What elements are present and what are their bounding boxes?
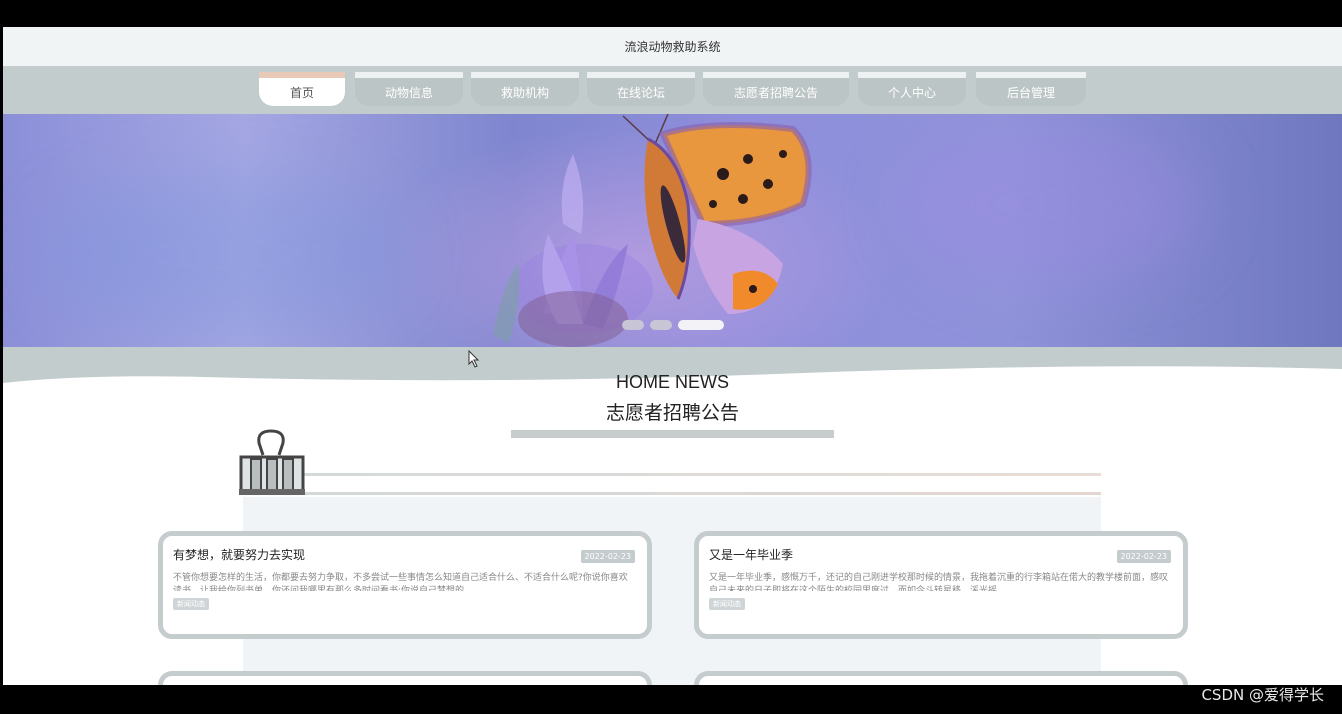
news-date: 2022-02-23 <box>1116 550 1171 563</box>
nav-item-admin[interactable]: 后台管理 <box>976 72 1086 106</box>
news-title: 又是一年毕业季 <box>709 548 794 562</box>
main-nav: 首页 动物信息 救助机构 在线论坛 志愿者招聘公告 个人中心 后台管理 <box>3 66 1342 114</box>
butterfly-image <box>493 114 812 347</box>
section-heading-cn: 志愿者招聘公告 <box>605 402 739 424</box>
page: 流浪动物救助系统 首页 动物信息 救助机构 在线论坛 志愿者招聘公告 个人中心 … <box>3 27 1342 685</box>
nav-item-personal-center[interactable]: 个人中心 <box>858 72 966 106</box>
banner-carousel[interactable] <box>3 114 1342 347</box>
watermark: CSDN @爱得学长 <box>1201 686 1324 704</box>
screen-bottom-bar <box>0 685 1342 714</box>
carousel-dot-2[interactable] <box>650 320 672 330</box>
nav-item-animal-info[interactable]: 动物信息 <box>355 72 463 106</box>
nav-item-volunteer-notice[interactable]: 志愿者招聘公告 <box>703 72 849 106</box>
news-tag: 新闻动态 <box>709 598 745 610</box>
nav-item-rescue-org[interactable]: 救助机构 <box>471 72 579 106</box>
news-card-1[interactable]: 有梦想，就要努力去实现 2022-02-23 不管你想要怎样的生活，你都要去努力… <box>158 531 652 639</box>
divider-line <box>303 492 1101 495</box>
divider-line <box>303 473 1101 476</box>
mouse-cursor-icon <box>468 350 480 368</box>
news-card-2[interactable]: 又是一年毕业季 2022-02-23 又是一年毕业季，感慨万千，还记的自己刚进学… <box>694 531 1188 639</box>
news-summary: 不管你想要怎样的生活，你都要去努力争取，不多尝试一些事情怎么知道自己适合什么、不… <box>173 573 628 591</box>
carousel-dot-3[interactable] <box>678 320 724 330</box>
news-card-4[interactable] <box>694 671 1188 685</box>
news-summary: 又是一年毕业季，感慨万千，还记的自己刚进学校那时候的情景，我拖着沉重的行李箱站在… <box>709 573 1169 591</box>
site-title: 流浪动物救助系统 <box>624 40 721 54</box>
carousel-dot-1[interactable] <box>622 320 644 330</box>
site-title-bar: 流浪动物救助系统 <box>3 27 1342 66</box>
nav-item-home[interactable]: 首页 <box>259 72 345 106</box>
section-heading-en: HOME NEWS <box>615 372 729 392</box>
nav-item-forum[interactable]: 在线论坛 <box>587 72 695 106</box>
carousel-dots <box>622 320 724 330</box>
section-heading-underline <box>511 430 834 438</box>
news-date: 2022-02-23 <box>580 550 635 563</box>
news-card-3[interactable] <box>158 671 652 685</box>
news-tag: 新闻动态 <box>173 598 209 610</box>
news-title: 有梦想，就要努力去实现 <box>173 548 306 562</box>
binder-clip-icon <box>239 429 305 495</box>
screen-top-bar <box>0 0 1342 27</box>
